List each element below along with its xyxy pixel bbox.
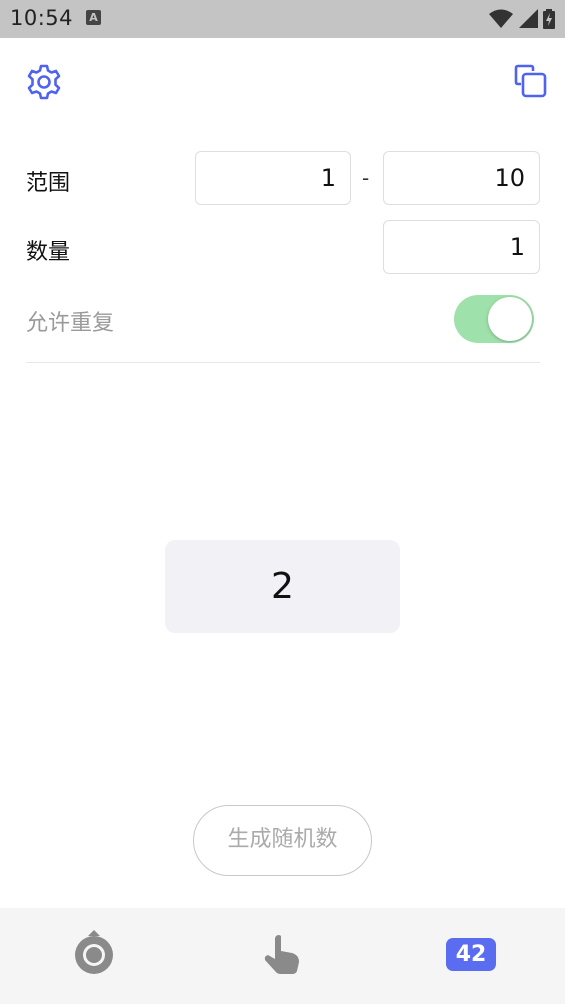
status-icons xyxy=(488,8,555,29)
tap-button[interactable] xyxy=(262,933,304,979)
wifi-icon xyxy=(488,9,513,28)
divider xyxy=(26,362,540,363)
allow-repeat-toggle[interactable] xyxy=(454,295,534,343)
record-button[interactable] xyxy=(74,930,114,980)
count-badge[interactable]: 42 xyxy=(446,938,496,971)
a-letter-icon: A xyxy=(86,10,101,25)
result-display: 2 xyxy=(165,540,400,633)
range-separator: - xyxy=(362,166,370,190)
copy-icon xyxy=(514,64,547,98)
allow-repeat-label: 允许重复 xyxy=(26,311,115,336)
signal-icon xyxy=(518,8,538,28)
generate-button[interactable]: 生成随机数 xyxy=(193,805,372,876)
range-label: 范围 xyxy=(26,171,71,196)
battery-charging-icon xyxy=(543,8,555,29)
settings-button[interactable] xyxy=(24,62,64,102)
pointing-hand-icon xyxy=(264,935,299,974)
status-time: 10:54 xyxy=(10,6,74,30)
count-input[interactable] xyxy=(383,220,540,274)
toggle-knob xyxy=(488,297,532,341)
count-label: 数量 xyxy=(26,240,71,265)
copy-button[interactable] xyxy=(511,62,551,102)
record-circle-icon xyxy=(75,930,113,974)
status-bar: 10:54 A xyxy=(0,0,565,38)
gear-icon xyxy=(27,64,61,100)
range-max-input[interactable] xyxy=(383,151,540,205)
range-min-input[interactable] xyxy=(195,151,351,205)
